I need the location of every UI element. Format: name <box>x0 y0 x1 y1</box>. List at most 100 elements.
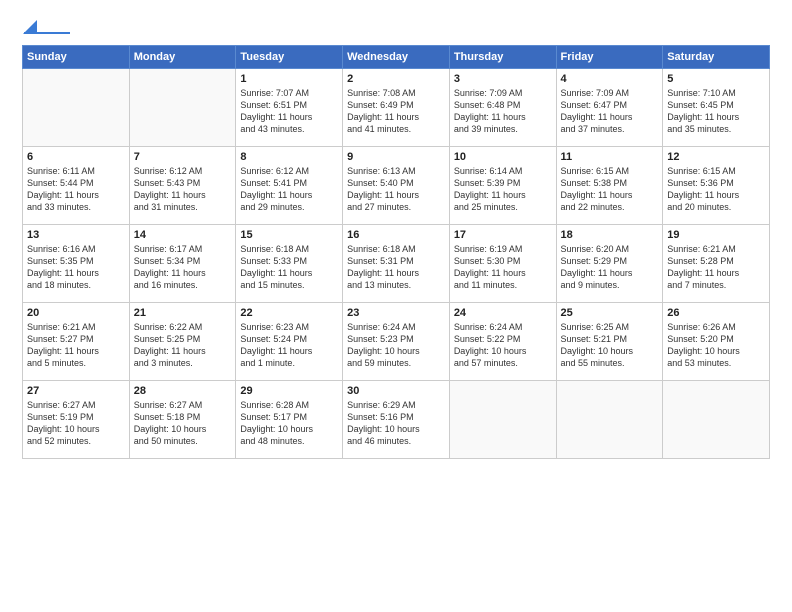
day-cell: 10 Sunrise: 6:14 AMSunset: 5:39 PMDayligh… <box>449 147 556 225</box>
weekday-header-friday: Friday <box>556 46 663 69</box>
day-number: 12 <box>667 151 765 163</box>
week-row-2: 6 Sunrise: 6:11 AMSunset: 5:44 PMDaylight… <box>23 147 770 225</box>
day-cell: 19 Sunrise: 6:21 AMSunset: 5:28 PMDayligh… <box>663 225 770 303</box>
day-info: Sunrise: 6:18 AMSunset: 5:33 PMDaylight:… <box>240 243 338 292</box>
day-cell: 1 Sunrise: 7:07 AMSunset: 6:51 PMDaylight… <box>236 69 343 147</box>
day-info: Sunrise: 6:21 AMSunset: 5:28 PMDaylight:… <box>667 243 765 292</box>
day-info: Sunrise: 7:09 AMSunset: 6:48 PMDaylight:… <box>454 87 552 136</box>
weekday-header-wednesday: Wednesday <box>343 46 450 69</box>
page: SundayMondayTuesdayWednesdayThursdayFrid… <box>0 0 792 612</box>
day-info: Sunrise: 6:26 AMSunset: 5:20 PMDaylight:… <box>667 321 765 370</box>
week-row-1: 1 Sunrise: 7:07 AMSunset: 6:51 PMDaylight… <box>23 69 770 147</box>
day-cell <box>23 69 130 147</box>
day-number: 24 <box>454 307 552 319</box>
day-info: Sunrise: 6:16 AMSunset: 5:35 PMDaylight:… <box>27 243 125 292</box>
day-number: 28 <box>134 385 232 397</box>
week-row-5: 27 Sunrise: 6:27 AMSunset: 5:19 PMDayligh… <box>23 381 770 459</box>
day-number: 25 <box>561 307 659 319</box>
day-number: 15 <box>240 229 338 241</box>
day-info: Sunrise: 6:11 AMSunset: 5:44 PMDaylight:… <box>27 165 125 214</box>
header <box>22 18 770 35</box>
day-number: 29 <box>240 385 338 397</box>
day-number: 17 <box>454 229 552 241</box>
day-info: Sunrise: 6:12 AMSunset: 5:41 PMDaylight:… <box>240 165 338 214</box>
day-info: Sunrise: 6:24 AMSunset: 5:22 PMDaylight:… <box>454 321 552 370</box>
day-number: 10 <box>454 151 552 163</box>
day-cell: 2 Sunrise: 7:08 AMSunset: 6:49 PMDaylight… <box>343 69 450 147</box>
day-info: Sunrise: 6:12 AMSunset: 5:43 PMDaylight:… <box>134 165 232 214</box>
weekday-header-saturday: Saturday <box>663 46 770 69</box>
weekday-header-tuesday: Tuesday <box>236 46 343 69</box>
day-cell <box>129 69 236 147</box>
day-number: 6 <box>27 151 125 163</box>
day-number: 4 <box>561 73 659 85</box>
day-cell: 24 Sunrise: 6:24 AMSunset: 5:22 PMDayligh… <box>449 303 556 381</box>
day-info: Sunrise: 6:19 AMSunset: 5:30 PMDaylight:… <box>454 243 552 292</box>
day-info: Sunrise: 7:10 AMSunset: 6:45 PMDaylight:… <box>667 87 765 136</box>
day-info: Sunrise: 6:21 AMSunset: 5:27 PMDaylight:… <box>27 321 125 370</box>
day-number: 7 <box>134 151 232 163</box>
day-info: Sunrise: 6:15 AMSunset: 5:38 PMDaylight:… <box>561 165 659 214</box>
day-info: Sunrise: 6:17 AMSunset: 5:34 PMDaylight:… <box>134 243 232 292</box>
day-number: 8 <box>240 151 338 163</box>
day-number: 1 <box>240 73 338 85</box>
day-cell <box>663 381 770 459</box>
day-info: Sunrise: 6:13 AMSunset: 5:40 PMDaylight:… <box>347 165 445 214</box>
day-cell <box>449 381 556 459</box>
day-number: 22 <box>240 307 338 319</box>
day-info: Sunrise: 6:14 AMSunset: 5:39 PMDaylight:… <box>454 165 552 214</box>
day-number: 23 <box>347 307 445 319</box>
day-cell: 16 Sunrise: 6:18 AMSunset: 5:31 PMDayligh… <box>343 225 450 303</box>
day-cell: 28 Sunrise: 6:27 AMSunset: 5:18 PMDayligh… <box>129 381 236 459</box>
day-info: Sunrise: 6:20 AMSunset: 5:29 PMDaylight:… <box>561 243 659 292</box>
day-number: 16 <box>347 229 445 241</box>
day-cell: 5 Sunrise: 7:10 AMSunset: 6:45 PMDaylight… <box>663 69 770 147</box>
week-row-4: 20Sunrise: 6:21 AMSunset: 5:27 PMDayligh… <box>23 303 770 381</box>
day-number: 3 <box>454 73 552 85</box>
day-cell <box>556 381 663 459</box>
day-cell: 30 Sunrise: 6:29 AMSunset: 5:16 PMDayligh… <box>343 381 450 459</box>
day-cell: 3 Sunrise: 7:09 AMSunset: 6:48 PMDaylight… <box>449 69 556 147</box>
day-info: Sunrise: 6:27 AMSunset: 5:18 PMDaylight:… <box>134 399 232 448</box>
day-info: Sunrise: 7:07 AMSunset: 6:51 PMDaylight:… <box>240 87 338 136</box>
day-info: Sunrise: 6:23 AMSunset: 5:24 PMDaylight:… <box>240 321 338 370</box>
day-info: Sunrise: 6:29 AMSunset: 5:16 PMDaylight:… <box>347 399 445 448</box>
weekday-header-thursday: Thursday <box>449 46 556 69</box>
day-number: 14 <box>134 229 232 241</box>
day-cell: 9Sunrise: 6:13 AMSunset: 5:40 PMDaylight… <box>343 147 450 225</box>
day-cell: 20Sunrise: 6:21 AMSunset: 5:27 PMDayligh… <box>23 303 130 381</box>
day-number: 11 <box>561 151 659 163</box>
week-row-3: 13 Sunrise: 6:16 AMSunset: 5:35 PMDayligh… <box>23 225 770 303</box>
day-number: 2 <box>347 73 445 85</box>
day-cell: 11 Sunrise: 6:15 AMSunset: 5:38 PMDayligh… <box>556 147 663 225</box>
day-cell: 22 Sunrise: 6:23 AMSunset: 5:24 PMDayligh… <box>236 303 343 381</box>
day-info: Sunrise: 6:18 AMSunset: 5:31 PMDaylight:… <box>347 243 445 292</box>
day-cell: 26 Sunrise: 6:26 AMSunset: 5:20 PMDayligh… <box>663 303 770 381</box>
logo <box>22 18 70 35</box>
day-cell: 18 Sunrise: 6:20 AMSunset: 5:29 PMDayligh… <box>556 225 663 303</box>
day-cell: 23 Sunrise: 6:24 AMSunset: 5:23 PMDayligh… <box>343 303 450 381</box>
day-cell: 7 Sunrise: 6:12 AMSunset: 5:43 PMDaylight… <box>129 147 236 225</box>
day-cell: 29Sunrise: 6:28 AMSunset: 5:17 PMDayligh… <box>236 381 343 459</box>
day-number: 26 <box>667 307 765 319</box>
day-info: Sunrise: 6:27 AMSunset: 5:19 PMDaylight:… <box>27 399 125 448</box>
day-cell: 15 Sunrise: 6:18 AMSunset: 5:33 PMDayligh… <box>236 225 343 303</box>
day-number: 5 <box>667 73 765 85</box>
day-info: Sunrise: 7:08 AMSunset: 6:49 PMDaylight:… <box>347 87 445 136</box>
day-number: 18 <box>561 229 659 241</box>
day-cell: 17 Sunrise: 6:19 AMSunset: 5:30 PMDayligh… <box>449 225 556 303</box>
weekday-header-monday: Monday <box>129 46 236 69</box>
day-cell: 4 Sunrise: 7:09 AMSunset: 6:47 PMDaylight… <box>556 69 663 147</box>
day-info: Sunrise: 6:24 AMSunset: 5:23 PMDaylight:… <box>347 321 445 370</box>
day-number: 19 <box>667 229 765 241</box>
weekday-header-row: SundayMondayTuesdayWednesdayThursdayFrid… <box>23 46 770 69</box>
day-number: 30 <box>347 385 445 397</box>
day-info: Sunrise: 6:25 AMSunset: 5:21 PMDaylight:… <box>561 321 659 370</box>
day-cell: 25 Sunrise: 6:25 AMSunset: 5:21 PMDayligh… <box>556 303 663 381</box>
day-number: 21 <box>134 307 232 319</box>
day-info: Sunrise: 7:09 AMSunset: 6:47 PMDaylight:… <box>561 87 659 136</box>
day-cell: 6 Sunrise: 6:11 AMSunset: 5:44 PMDaylight… <box>23 147 130 225</box>
day-cell: 12Sunrise: 6:15 AMSunset: 5:36 PMDayligh… <box>663 147 770 225</box>
day-number: 13 <box>27 229 125 241</box>
day-number: 27 <box>27 385 125 397</box>
